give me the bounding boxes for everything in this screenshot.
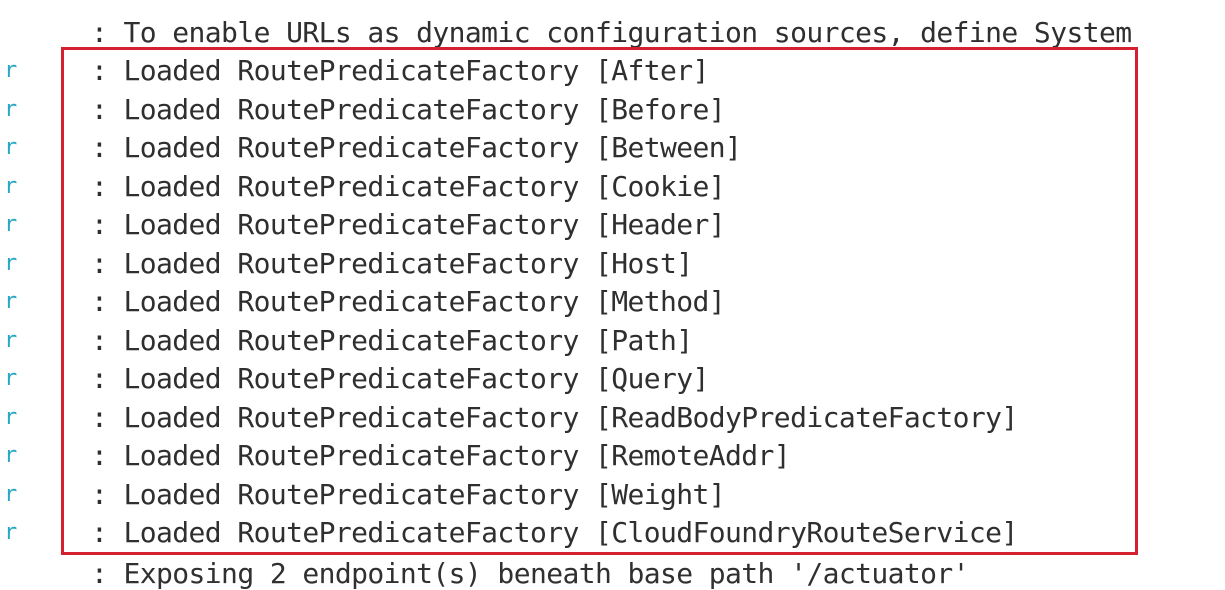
log-line: r : Loaded RoutePredicateFactory [Betwee… (0, 129, 1225, 168)
gutter-marker: r (4, 212, 18, 237)
log-line-text: : Loaded RoutePredicateFactory [Path] (91, 323, 693, 357)
log-line: r : Loaded RoutePredicateFactory [Host] (0, 245, 1225, 284)
log-line-text: : Loaded RoutePredicateFactory [Cookie] (91, 169, 726, 203)
log-line-text: : Loaded RoutePredicateFactory [Header] (91, 208, 726, 241)
log-line-text: : Loaded RoutePredicateFactory [RemoteAd… (91, 439, 791, 472)
console-log-view: : To enable URLs as dynamic configuratio… (0, 0, 1225, 590)
log-line-text: : Loaded RoutePredicateFactory [After] (91, 54, 709, 87)
gutter-marker: r (4, 404, 18, 430)
log-line-text: : Loaded RoutePredicateFactory [Before] (91, 92, 726, 126)
log-line: r : Loaded RoutePredicateFactory [Before… (0, 91, 1225, 130)
log-line: r : Loaded RoutePredicateFactory [Method… (0, 283, 1225, 322)
log-line-bottom: : Exposing 2 endpoint(s) beneath base pa… (0, 555, 1225, 590)
log-line: r : Loaded RoutePredicateFactory [Header… (0, 206, 1225, 245)
log-line-text: : Loaded RoutePredicateFactory [CloudFou… (91, 516, 1018, 549)
log-line-text: : To enable URLs as dynamic configuratio… (91, 16, 1132, 49)
log-line: r : Loaded RoutePredicateFactory [Cookie… (0, 168, 1225, 207)
gutter-marker: r (4, 135, 18, 160)
log-line-top: : To enable URLs as dynamic configuratio… (0, 14, 1225, 53)
gutter-marker: r (4, 96, 18, 122)
gutter-marker: r (4, 481, 18, 507)
log-line: r : Loaded RoutePredicateFactory [After] (0, 52, 1225, 91)
log-line: r : Loaded RoutePredicateFactory [Weight… (0, 476, 1225, 515)
gutter-marker: r (4, 366, 18, 391)
gutter-marker: r (4, 173, 18, 199)
gutter-marker: r (4, 520, 18, 545)
gutter-marker: r (4, 327, 18, 353)
log-line-text: : Loaded RoutePredicateFactory [Query] (91, 362, 709, 395)
gutter-marker: r (4, 443, 18, 468)
log-line-text: : Loaded RoutePredicateFactory [ReadBody… (91, 400, 1018, 434)
log-line: r : Loaded RoutePredicateFactory [Remote… (0, 437, 1225, 476)
log-line-text: : Loaded RoutePredicateFactory [Between] (91, 131, 742, 164)
log-line-text: : Loaded RoutePredicateFactory [Weight] (91, 477, 726, 511)
gutter-marker: r (4, 250, 18, 276)
log-line-text: : Loaded RoutePredicateFactory [Host] (91, 246, 693, 280)
log-line: r : Loaded RoutePredicateFactory [CloudF… (0, 514, 1225, 553)
gutter-marker: r (4, 289, 18, 314)
log-line: r : Loaded RoutePredicateFactory [ReadBo… (0, 399, 1225, 438)
log-line: r : Loaded RoutePredicateFactory [Query] (0, 360, 1225, 399)
gutter-marker: r (4, 58, 18, 83)
log-line-text: : Loaded RoutePredicateFactory [Method] (91, 285, 726, 318)
log-line-text: : Exposing 2 endpoint(s) beneath base pa… (91, 557, 970, 590)
log-line: r : Loaded RoutePredicateFactory [Path] (0, 322, 1225, 361)
